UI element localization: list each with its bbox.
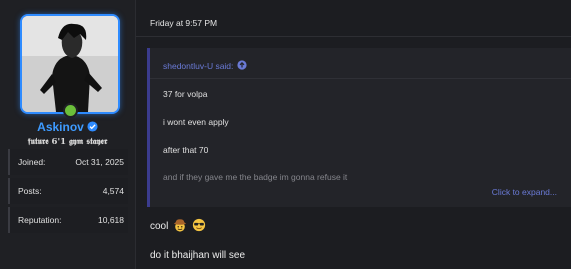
username-link[interactable]: Askinov <box>37 120 84 134</box>
message-column: Friday at 9:57 PM shedontluv-U said: 37 … <box>136 0 571 269</box>
quote-line: after that 70 <box>163 145 209 155</box>
username-row: Askinov <box>0 120 135 134</box>
quote-author-link[interactable]: shedontluv-U said: <box>163 61 233 71</box>
stat-reputation: Reputation: 10,618 <box>8 207 128 233</box>
avatar-image <box>22 16 118 112</box>
stat-value: 10,618 <box>98 215 124 225</box>
arrow-up-circle-icon[interactable] <box>237 60 248 70</box>
stat-joined: Joined: Oct 31, 2025 <box>8 149 128 175</box>
forum-post: Askinov 𝖋𝖚𝖙𝖚𝖗𝖊 6'1 𝖌𝖞𝖒 𝖘𝖙𝖆𝖞𝖊𝖗 Joined: Oc… <box>0 0 571 269</box>
reply-line: cool <box>150 218 206 232</box>
stat-label: Joined: <box>18 157 46 167</box>
stat-value[interactable]: 4,574 <box>103 186 124 196</box>
quote-block: shedontluv-U said: 37 for volpa i wont e… <box>147 48 571 207</box>
post-date-link[interactable]: Friday at 9:57 PM <box>150 18 217 28</box>
user-sidebar: Askinov 𝖋𝖚𝖙𝖚𝖗𝖊 6'1 𝖌𝖞𝖒 𝖘𝖙𝖆𝖞𝖊𝖗 Joined: Oc… <box>0 0 136 269</box>
quote-divider <box>150 78 571 79</box>
quote-line: 37 for volpa <box>163 89 208 99</box>
online-status-indicator <box>63 103 78 118</box>
sunglasses-face-emoji-icon <box>192 218 206 232</box>
stat-label: Posts: <box>18 186 42 196</box>
stat-value: Oct 31, 2025 <box>75 157 124 167</box>
stat-label: Reputation: <box>18 215 62 225</box>
reply-text: do it bhaijhan will see <box>150 250 246 261</box>
cowboy-face-emoji-icon <box>174 219 187 232</box>
click-to-expand-link[interactable]: Click to expand... <box>492 187 557 197</box>
header-divider <box>136 36 571 37</box>
quote-line: and if they gave me the badge im gonna r… <box>163 172 348 182</box>
verified-check-icon <box>87 121 98 132</box>
quote-line: i wont even apply <box>163 117 229 127</box>
user-title: 𝖋𝖚𝖙𝖚𝖗𝖊 6'1 𝖌𝖞𝖒 𝖘𝖙𝖆𝖞𝖊𝖗 <box>27 137 108 147</box>
user-stats: Joined: Oct 31, 2025 Posts: 4,574 Reputa… <box>8 149 128 236</box>
avatar[interactable] <box>20 14 120 114</box>
stat-posts: Posts: 4,574 <box>8 178 128 204</box>
reply-text: cool <box>150 221 169 232</box>
quote-header: shedontluv-U said: <box>163 60 248 71</box>
